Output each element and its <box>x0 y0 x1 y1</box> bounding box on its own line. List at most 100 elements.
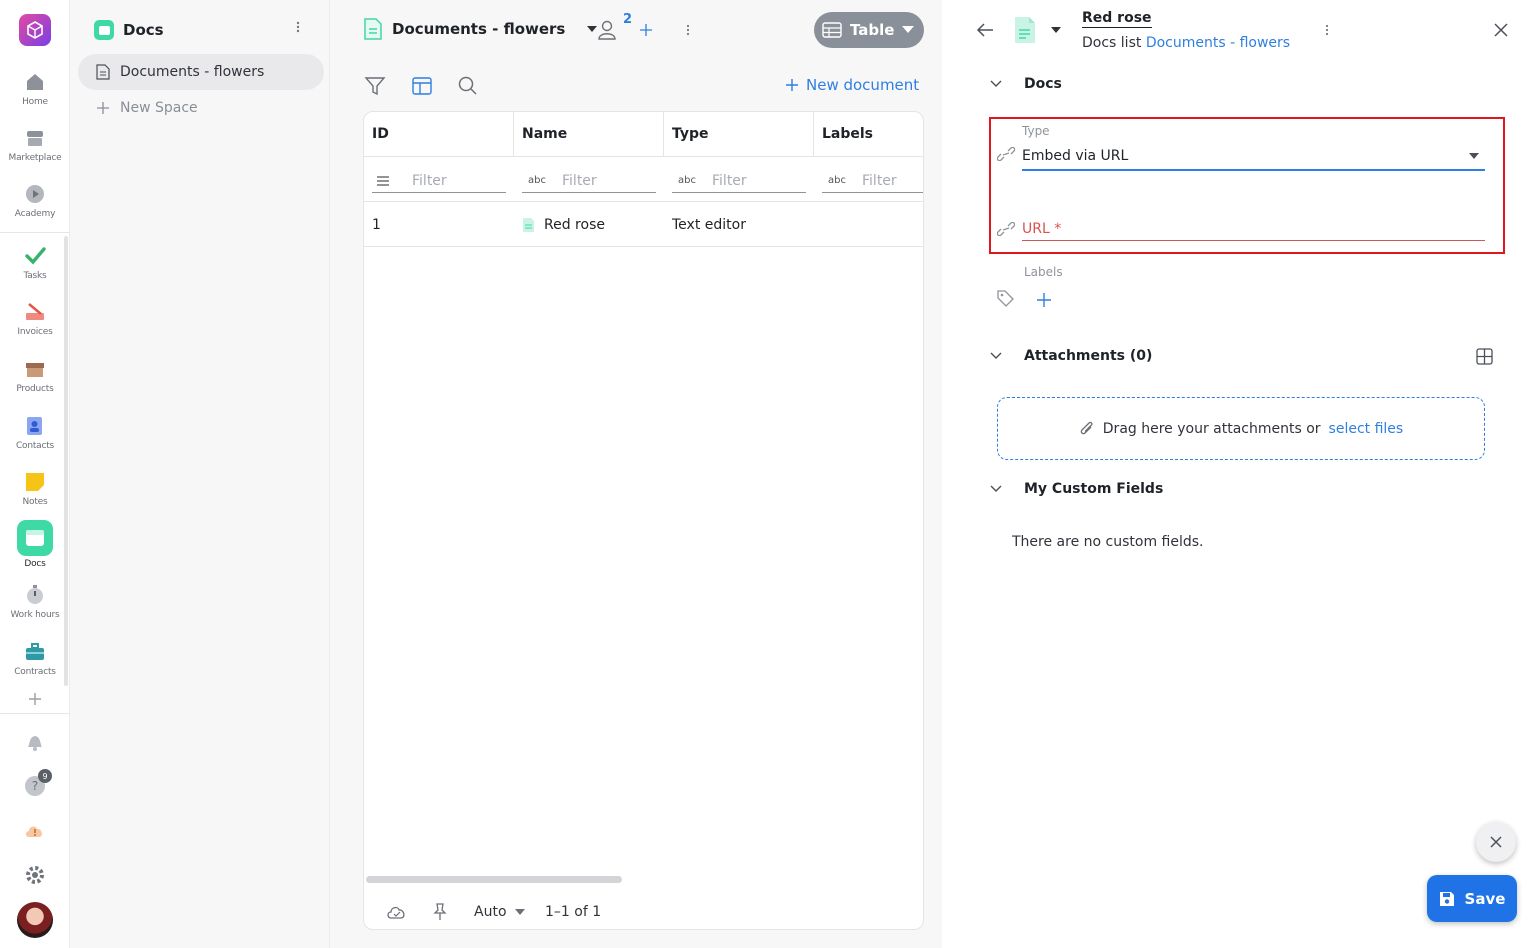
rail-item-notes[interactable]: Notes <box>0 470 70 507</box>
documents-table: ID Name Type Labels Filter abc Filter ab… <box>363 111 924 930</box>
spaces-more-icon[interactable] <box>296 20 300 34</box>
add-app-button[interactable] <box>28 692 42 706</box>
search-icon[interactable] <box>457 75 479 97</box>
chevron-down-icon <box>514 909 525 915</box>
column-header-type[interactable]: Type <box>664 112 814 156</box>
back-arrow-icon[interactable] <box>976 22 994 38</box>
rail-label: Docs <box>24 559 46 569</box>
members-icon[interactable] <box>598 20 616 40</box>
settings-gear-icon[interactable] <box>24 864 46 886</box>
section-attachments-title: Attachments (0) <box>1024 348 1153 364</box>
save-label: Save <box>1464 889 1506 908</box>
space-item-label: Documents - flowers <box>120 64 265 80</box>
rail-item-tasks[interactable]: Tasks <box>0 244 70 281</box>
play-icon <box>23 182 47 206</box>
page-size-select[interactable]: Auto <box>474 897 525 927</box>
rail-label: Work hours <box>10 610 60 620</box>
chevron-down-icon <box>990 80 1002 88</box>
section-custom-fields-title: My Custom Fields <box>1024 481 1164 497</box>
cloud-sync-icon[interactable] <box>386 897 408 927</box>
docs-icon <box>17 520 53 556</box>
rail-item-work-hours[interactable]: Work hours <box>0 583 70 620</box>
new-space-button[interactable]: New Space <box>78 90 324 126</box>
notifications-bell-icon[interactable] <box>24 731 46 753</box>
document-green-icon <box>364 18 382 40</box>
save-button[interactable]: Save <box>1427 875 1517 922</box>
columns-layout-icon[interactable] <box>411 75 433 97</box>
pin-icon[interactable] <box>432 897 448 927</box>
rail-item-marketplace[interactable]: Marketplace <box>0 126 70 163</box>
detail-more-icon[interactable] <box>1325 24 1329 36</box>
list-more-icon[interactable] <box>686 24 690 36</box>
user-avatar[interactable] <box>17 902 53 938</box>
new-document-button[interactable]: New document <box>786 76 919 94</box>
filter-placeholder: Filter <box>862 172 897 189</box>
new-space-label: New Space <box>120 100 198 116</box>
filter-labels-input[interactable]: abc Filter <box>822 169 923 193</box>
rail-scrollbar[interactable] <box>64 236 68 686</box>
pagination-range: 1–1 of 1 <box>545 904 602 920</box>
column-header-name[interactable]: Name <box>514 112 664 156</box>
list-header: Documents - flowers <box>364 18 598 40</box>
filter-placeholder: Filter <box>412 172 447 189</box>
breadcrumb-link[interactable]: Documents - flowers <box>1146 35 1290 51</box>
equals-operator-icon <box>376 175 398 186</box>
chevron-down-icon <box>902 26 915 34</box>
filter-type-input[interactable]: abc Filter <box>672 169 806 193</box>
rail-divider <box>0 232 70 233</box>
rail-item-home[interactable]: Home <box>0 70 70 107</box>
grid-view-icon[interactable] <box>1476 348 1493 365</box>
add-member-icon[interactable] <box>640 24 652 36</box>
rail-item-contacts[interactable]: Contacts <box>0 414 70 451</box>
section-attachments-header[interactable]: Attachments (0) <box>990 348 1152 364</box>
docs-icon <box>94 20 114 40</box>
rail-label: Tasks <box>23 271 47 281</box>
column-header-labels[interactable]: Labels <box>814 112 923 156</box>
close-fab-button[interactable] <box>1476 822 1516 862</box>
rail-item-academy[interactable]: Academy <box>0 182 70 219</box>
select-files-link[interactable]: select files <box>1329 421 1404 437</box>
table-row[interactable]: 1 Red rose Text editor <box>364 202 923 247</box>
space-item-documents-flowers[interactable]: Documents - flowers <box>78 54 324 90</box>
filter-id-input[interactable]: Filter <box>372 169 506 193</box>
note-icon <box>23 470 47 494</box>
column-header-id[interactable]: ID <box>364 112 514 156</box>
rail-label: Home <box>22 97 48 107</box>
filter-placeholder: Filter <box>562 172 597 189</box>
spaces-panel: Docs Documents - flowers New Space <box>70 0 330 948</box>
section-docs-title: Docs <box>1024 76 1062 92</box>
view-switch-button[interactable]: Table <box>814 12 924 48</box>
invoice-icon <box>23 300 47 324</box>
horizontal-scrollbar[interactable] <box>366 876 622 883</box>
floppy-disk-icon <box>1439 891 1455 907</box>
doc-menu-chevron-icon[interactable] <box>1051 27 1061 34</box>
rail-label: Products <box>16 384 54 394</box>
rail-item-contracts[interactable]: Contracts <box>0 640 70 677</box>
section-custom-fields-header[interactable]: My Custom Fields <box>990 481 1163 497</box>
rail-item-products[interactable]: Products <box>0 357 70 394</box>
rail-item-docs[interactable]: Docs <box>0 520 70 569</box>
attachments-drop-zone[interactable]: Drag here your attachments or select fil… <box>997 397 1485 460</box>
app-rail: Home Marketplace Academy Tasks Invoices … <box>0 0 70 948</box>
close-icon[interactable] <box>1494 23 1508 37</box>
home-icon <box>23 70 47 94</box>
text-operator-icon: abc <box>678 175 696 186</box>
highlight-box <box>989 117 1505 254</box>
filter-name-input[interactable]: abc Filter <box>522 169 656 193</box>
rail-label: Notes <box>22 497 48 507</box>
list-title: Documents - flowers <box>392 20 566 38</box>
detail-breadcrumb: Docs list Documents - flowers <box>1082 35 1290 51</box>
labels-label: Labels <box>1024 265 1063 279</box>
list-dropdown-icon[interactable] <box>587 25 598 33</box>
filter-row: Filter abc Filter abc Filter abc Filter <box>364 156 923 202</box>
app-logo[interactable] <box>19 14 51 46</box>
filter-icon[interactable] <box>364 75 386 97</box>
add-label-button[interactable] <box>1037 293 1051 307</box>
section-docs-header[interactable]: Docs <box>990 76 1062 92</box>
stopwatch-icon <box>23 583 47 607</box>
detail-title[interactable]: Red rose <box>1082 10 1152 28</box>
cloud-warning-icon[interactable] <box>24 822 46 840</box>
rail-item-invoices[interactable]: Invoices <box>0 300 70 337</box>
cell-type: Text editor <box>672 216 746 233</box>
table-icon <box>822 22 842 38</box>
